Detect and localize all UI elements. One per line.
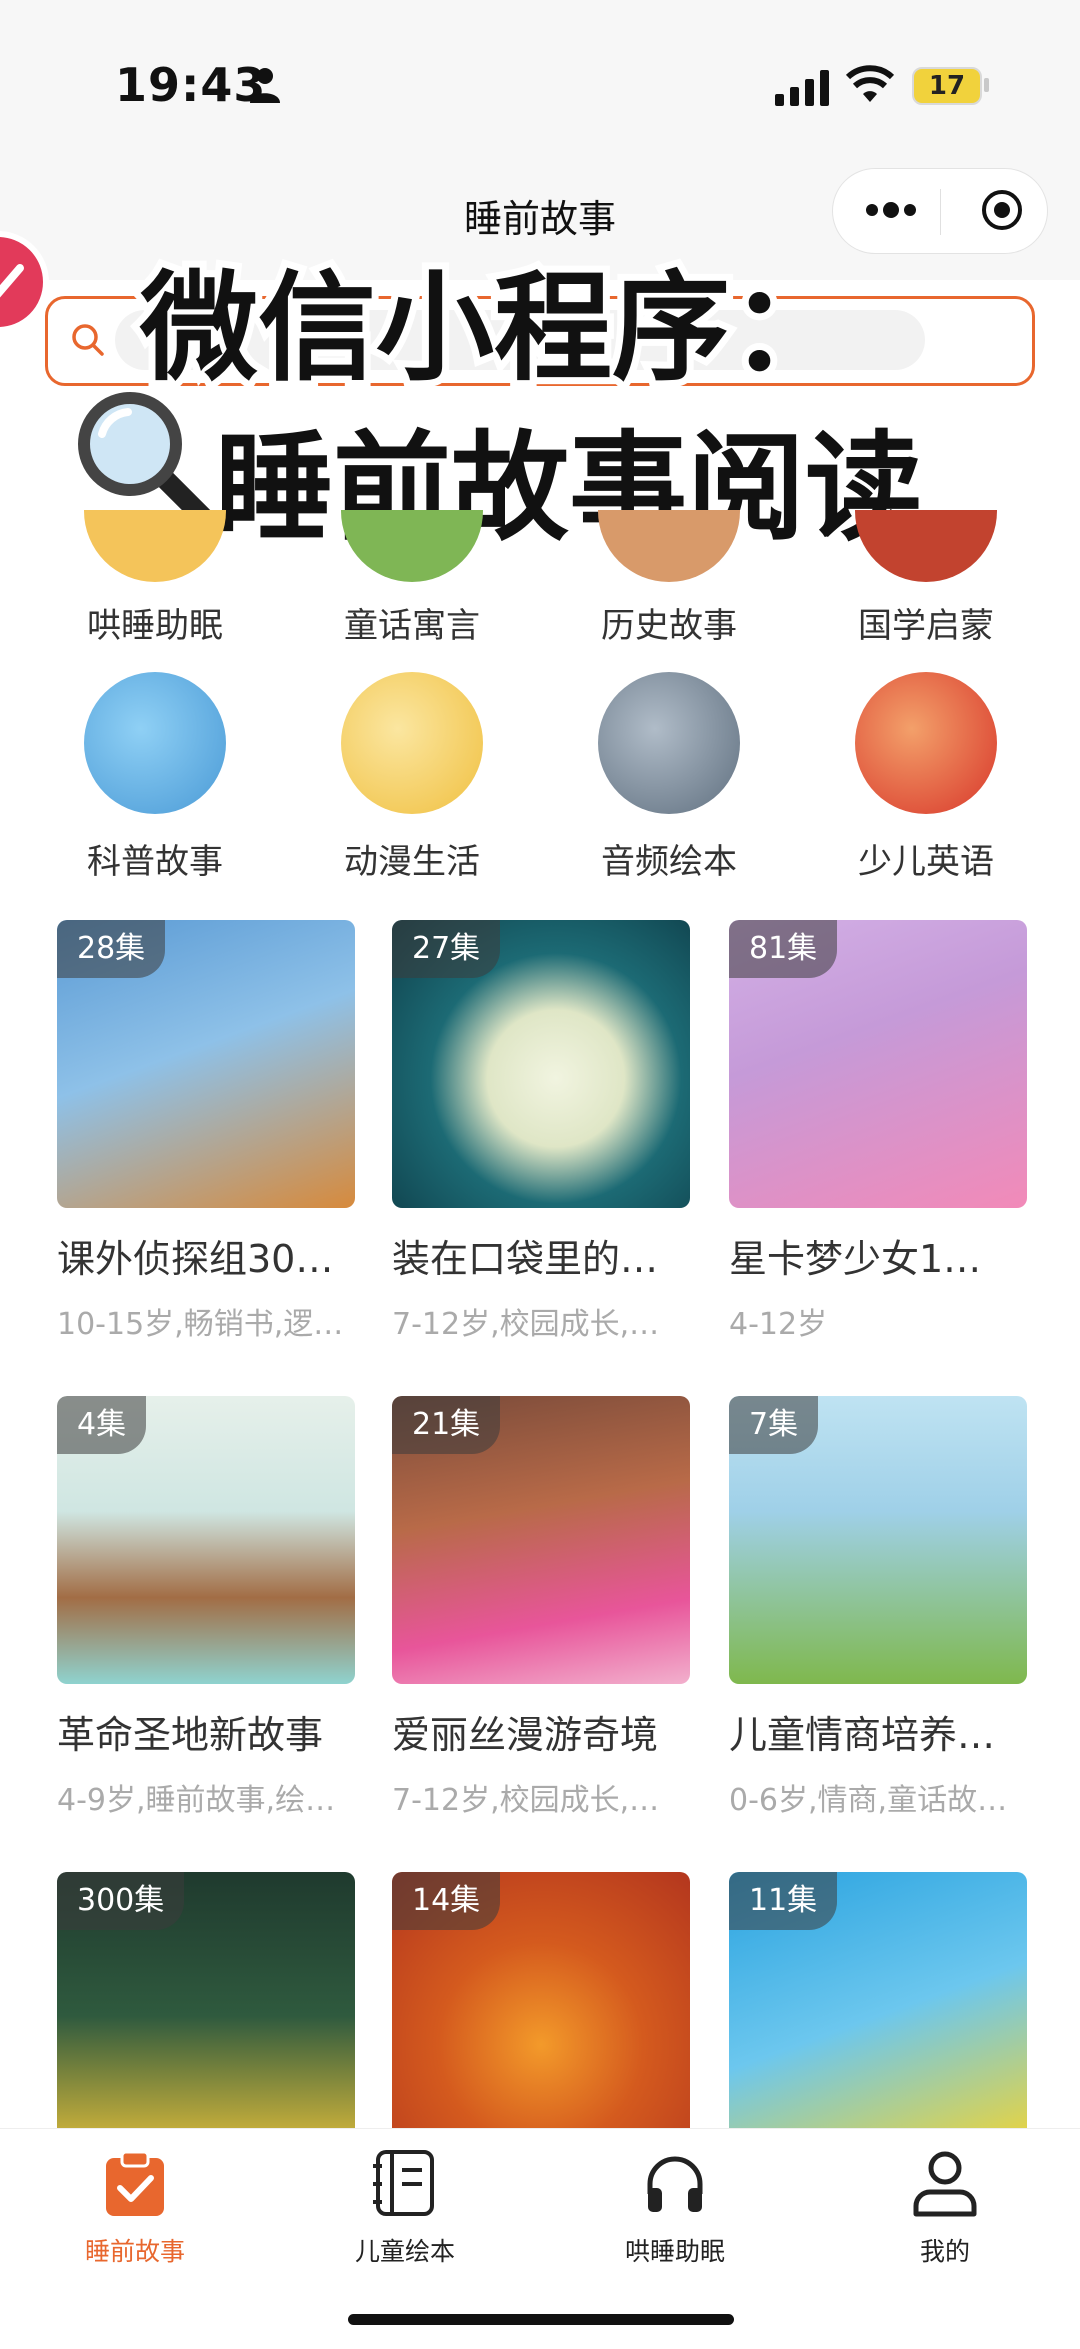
book-cover: 27集: [392, 920, 690, 1208]
category-item[interactable]: 音频绘本: [569, 672, 769, 883]
close-miniprogram-icon[interactable]: [980, 188, 1024, 232]
category-label: 科普故事: [87, 842, 223, 882]
book-card[interactable]: 4集 革命圣地新故事 4-9岁,睡前故事,绘…: [57, 1396, 355, 1819]
book-title: 儿童情商培养…: [729, 1713, 996, 1757]
book-cover: 7集: [729, 1396, 1027, 1684]
category-item[interactable]: 科普故事: [55, 672, 255, 883]
book-tags: 7-12岁,校园成长,…: [392, 1783, 660, 1818]
episode-badge: 28集: [57, 920, 166, 978]
book-title: 装在口袋里的…: [392, 1237, 659, 1281]
book-cover: 300集: [57, 1872, 355, 2160]
episode-badge: 81集: [729, 920, 838, 978]
tab-picture-books[interactable]: 儿童绘本: [305, 2148, 505, 2268]
heart-sticker-icon: [0, 231, 49, 333]
episode-badge: 14集: [392, 1872, 501, 1930]
book-title: 课外侦探组30…: [57, 1237, 334, 1281]
tab-label: 我的: [919, 2237, 970, 2266]
book-title: 革命圣地新故事: [57, 1713, 324, 1757]
person-icon: [250, 68, 280, 103]
category-label[interactable]: 历史故事: [569, 598, 769, 647]
category-label: 少儿英语: [858, 842, 994, 882]
battery-nub: [984, 78, 989, 92]
episode-badge: 21集: [392, 1396, 501, 1454]
category-label: 动漫生活: [344, 842, 480, 882]
wifi-icon: [845, 65, 895, 102]
book-card[interactable]: 81集 星卡梦少女1… 4-12岁: [729, 920, 1027, 1343]
user-icon: [913, 2151, 977, 2217]
category-image[interactable]: [341, 510, 483, 582]
tab-bedtime-stories[interactable]: 睡前故事: [35, 2148, 235, 2268]
book-cover: 4集: [57, 1396, 355, 1684]
book-cover: 28集: [57, 920, 355, 1208]
home-indicator[interactable]: [348, 2314, 734, 2325]
book-card[interactable]: 300集: [57, 1872, 355, 2160]
tab-sleep-aid[interactable]: 哄睡助眠: [575, 2148, 775, 2268]
book-card[interactable]: 7集 儿童情商培养… 0-6岁,情商,童话故…: [729, 1396, 1027, 1819]
book-cover: 14集: [392, 1872, 690, 2160]
notebook-icon: [373, 2150, 434, 2216]
book-cover: 11集: [729, 1872, 1027, 2160]
book-cover: 21集: [392, 1396, 690, 1684]
overlay-title-line2: 睡前故事阅读: [208, 412, 930, 564]
more-icon[interactable]: [862, 192, 920, 228]
category-label[interactable]: 童话寓言: [312, 598, 512, 647]
category-label[interactable]: 国学启蒙: [826, 598, 1026, 647]
clipboard-check-icon: [106, 2150, 164, 2216]
category-image[interactable]: [855, 510, 997, 582]
episode-badge: 4集: [57, 1396, 147, 1454]
overlay-title-line1: 微信小程序：: [133, 252, 855, 404]
episode-badge: 7集: [729, 1396, 819, 1454]
book-tags: 7-12岁,校园成长,…: [392, 1307, 660, 1342]
category-item[interactable]: 少儿英语: [826, 672, 1026, 883]
book-title: 爱丽丝漫游奇境: [392, 1713, 659, 1757]
category-label[interactable]: 哄睡助眠: [55, 598, 255, 647]
tab-label: 哄睡助眠: [624, 2237, 725, 2266]
book-card[interactable]: 21集 爱丽丝漫游奇境 7-12岁,校园成长,…: [392, 1396, 690, 1819]
category-label: 音频绘本: [601, 842, 737, 882]
book-tags: 0-6岁,情商,童话故…: [729, 1783, 1008, 1818]
tab-me[interactable]: 我的: [845, 2148, 1045, 2268]
episode-badge: 300集: [57, 1872, 185, 1930]
book-card[interactable]: 28集 课外侦探组30… 10-15岁,畅销书,逻…: [57, 920, 355, 1343]
category-image: [84, 672, 226, 814]
category-image: [598, 672, 740, 814]
category-image: [855, 672, 997, 814]
status-time: 19:43: [115, 58, 267, 112]
book-title: 星卡梦少女1…: [729, 1237, 982, 1281]
book-tags: 4-12岁: [729, 1307, 828, 1342]
category-image[interactable]: [84, 510, 226, 582]
book-card[interactable]: 14集: [392, 1872, 690, 2160]
battery-indicator: 17: [912, 67, 982, 105]
book-card[interactable]: 11集: [729, 1872, 1027, 2160]
episode-badge: 27集: [392, 920, 501, 978]
category-item[interactable]: 动漫生活: [312, 672, 512, 883]
signal-icon: [775, 70, 829, 106]
category-image: [341, 672, 483, 814]
book-card[interactable]: 27集 装在口袋里的… 7-12岁,校园成长,…: [392, 920, 690, 1343]
tab-label: 睡前故事: [84, 2237, 185, 2266]
headphones-icon: [647, 2156, 703, 2212]
book-cover: 81集: [729, 920, 1027, 1208]
tab-label: 儿童绘本: [354, 2237, 455, 2266]
category-image[interactable]: [598, 510, 740, 582]
book-tags: 4-9岁,睡前故事,绘…: [57, 1783, 336, 1818]
search-icon: [72, 324, 104, 356]
episode-badge: 11集: [729, 1872, 838, 1930]
book-tags: 10-15岁,畅销书,逻…: [57, 1307, 344, 1342]
